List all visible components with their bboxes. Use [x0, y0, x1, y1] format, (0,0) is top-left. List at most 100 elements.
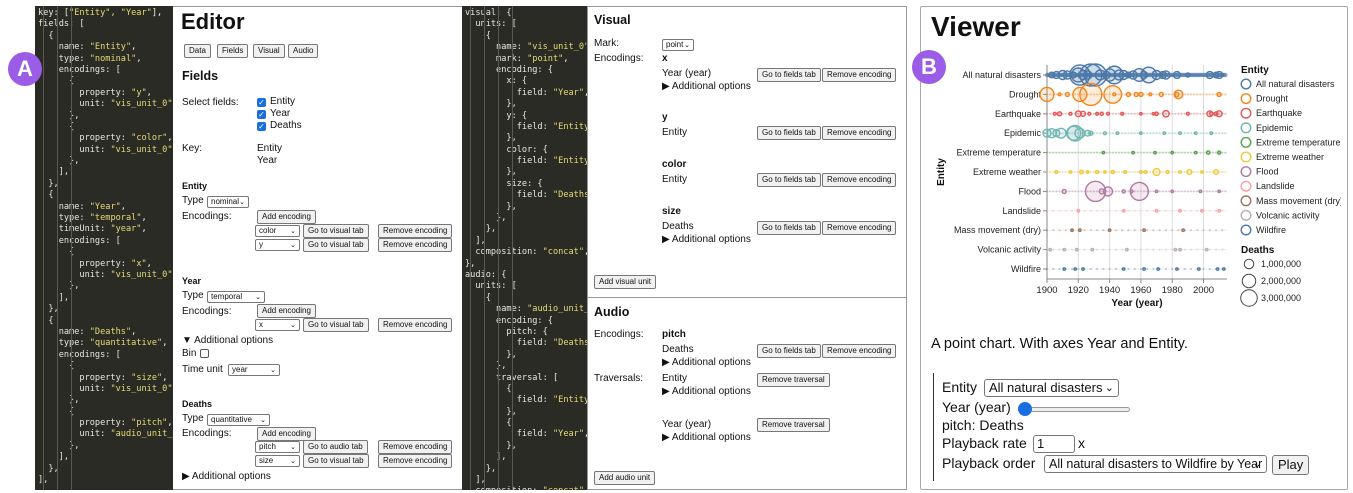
tab-audio[interactable]: Audio: [288, 44, 319, 58]
tab-visual[interactable]: Visual: [253, 44, 285, 58]
traversal-options-year[interactable]: ▶ Additional options: [662, 432, 751, 443]
checkbox-entity[interactable]: ✓: [257, 98, 266, 107]
remove-traversal-button-2[interactable]: Remove traversal: [757, 418, 830, 432]
x-tick-label: 1940: [1099, 285, 1120, 296]
legend-size-swatch: [1241, 273, 1257, 289]
year-go-visual-button[interactable]: Go to visual tab: [303, 318, 369, 332]
data-point-minor: [1099, 170, 1102, 174]
data-point-minor: [1196, 190, 1199, 193]
entity-type-select[interactable]: nominal ⌄: [207, 196, 249, 208]
code-line: name: "Deaths",: [38, 326, 137, 337]
visual-go-fields-y[interactable]: Go to fields tab: [757, 126, 821, 140]
data-point-minor: [1058, 209, 1061, 212]
audio-remove-encoding-pitch[interactable]: Remove encoding: [822, 344, 897, 358]
legend-swatch: [1240, 209, 1252, 221]
year-type-select[interactable]: temporal ⌄: [207, 291, 265, 303]
traversal-options-entity[interactable]: ▶ Additional options: [662, 386, 751, 397]
legend-label: Landslide: [1256, 181, 1295, 191]
tab-fields[interactable]: Fields: [217, 44, 249, 58]
data-point-minor: [1214, 248, 1218, 251]
data-point: [1178, 131, 1182, 136]
visual-remove-encoding-x[interactable]: Remove encoding: [822, 68, 897, 82]
remove-traversal-button-1[interactable]: Remove traversal: [757, 373, 830, 387]
data-point-minor: [1171, 93, 1174, 96]
data-point-minor: [1070, 248, 1074, 251]
entity-remove-encoding-button-2[interactable]: Remove encoding: [378, 238, 453, 252]
data-point: [1074, 247, 1079, 252]
units-divider: [588, 297, 906, 298]
year-slider-track: [1018, 407, 1130, 412]
visual-go-fields-x[interactable]: Go to fields tab: [757, 68, 821, 82]
data-point-minor: [1189, 190, 1193, 193]
data-point: [1138, 170, 1143, 174]
deaths-encoding-select-size[interactable]: size ⌄: [255, 455, 300, 467]
deaths-remove-encoding-button-1[interactable]: Remove encoding: [378, 440, 453, 454]
visual-options-x[interactable]: ▶ Additional options: [662, 81, 751, 92]
tab-data[interactable]: Data: [184, 44, 211, 58]
spec-code-units[interactable]: visual: { units: [ { name: "vis_unit_0",…: [462, 6, 587, 490]
audio-go-fields-pitch[interactable]: Go to fields tab: [757, 344, 821, 358]
data-point-minor: [1077, 151, 1080, 154]
playback-rate-input[interactable]: 1: [1033, 435, 1075, 453]
spec-code-fields[interactable]: key: ["Entity", "Year"], fields: [ { name…: [35, 6, 173, 490]
play-button[interactable]: Play: [1272, 455, 1310, 475]
traversal-year: Year (year): [662, 419, 712, 430]
data-point-minor: [1202, 190, 1205, 193]
year-encoding-select-x[interactable]: x ⌄: [255, 319, 300, 331]
data-point: [1139, 131, 1143, 136]
legend-swatch: [1240, 195, 1252, 207]
data-point-minor: [1080, 151, 1083, 154]
visual-go-fields-size[interactable]: Go to fields tab: [757, 221, 821, 235]
visual-remove-encoding-color[interactable]: Remove encoding: [822, 173, 897, 187]
deaths-add-encoding-button[interactable]: Add encoding: [257, 427, 316, 441]
data-point-minor: [1158, 132, 1161, 135]
data-point: [1099, 111, 1105, 117]
data-point-minor: [1161, 190, 1164, 193]
checkbox-deaths[interactable]: ✓: [257, 122, 266, 131]
deaths-type-select[interactable]: quantitative ⌄: [207, 414, 270, 426]
deaths-additional-options-toggle[interactable]: ▶ Additional options: [182, 471, 271, 482]
entity-go-visual-button-1[interactable]: Go to visual tab: [303, 224, 369, 238]
audio-options-pitch[interactable]: ▶ Additional options: [662, 357, 751, 368]
entity-control-select[interactable]: All natural disasters ⌄: [984, 379, 1119, 397]
data-point-minor: [1108, 209, 1111, 212]
data-point-minor: [1152, 93, 1155, 96]
deaths-go-audio-button[interactable]: Go to audio tab: [303, 440, 368, 454]
entity-encoding-select-y[interactable]: y ⌄: [255, 239, 300, 251]
data-point-minor: [1127, 151, 1130, 154]
checkbox-year[interactable]: ✓: [257, 110, 266, 119]
data-point-minor: [1139, 267, 1143, 271]
point-chart: All natural disasters Drought Earthquake Ep…: [936, 63, 1341, 309]
data-point-minor: [1049, 151, 1052, 154]
visual-remove-encoding-size[interactable]: Remove encoding: [822, 221, 897, 235]
entity-encoding-select-color[interactable]: color ⌄: [255, 225, 300, 237]
bin-checkbox[interactable]: [200, 349, 209, 358]
data-point-minor: [1108, 248, 1111, 251]
y-tick-label: Epidemic: [1004, 128, 1042, 138]
data-point-minor: [1171, 112, 1174, 115]
entity-remove-encoding-button-1[interactable]: Remove encoding: [378, 224, 453, 238]
year-remove-encoding-button[interactable]: Remove encoding: [378, 318, 453, 332]
add-visual-unit-button[interactable]: Add visual unit: [594, 275, 657, 289]
year-slider-thumb[interactable]: [1018, 402, 1032, 416]
entity-add-encoding-button[interactable]: Add encoding: [257, 210, 316, 224]
mark-select[interactable]: point ⌄: [662, 39, 694, 51]
data-point-minor: [1080, 190, 1083, 193]
deaths-remove-encoding-button-2[interactable]: Remove encoding: [378, 454, 453, 468]
visual-options-size[interactable]: ▶ Additional options: [662, 234, 751, 245]
deaths-go-visual-button[interactable]: Go to visual tab: [303, 454, 369, 468]
year-additional-options-toggle[interactable]: ▼ Additional options: [182, 335, 273, 346]
year-slider[interactable]: [1018, 402, 1130, 416]
visual-go-fields-color[interactable]: Go to fields tab: [757, 173, 821, 187]
fields-heading: Fields: [182, 69, 219, 83]
year-add-encoding-button[interactable]: Add encoding: [257, 304, 316, 318]
deaths-encoding-select-pitch[interactable]: pitch ⌄: [255, 441, 300, 453]
entity-go-visual-button-2[interactable]: Go to visual tab: [303, 238, 369, 252]
data-point-minor: [1133, 132, 1136, 135]
add-audio-unit-button[interactable]: Add audio unit: [594, 471, 656, 485]
playback-order-select[interactable]: All natural disasters to Wildfire by Yea…: [1044, 455, 1267, 473]
time-unit-select[interactable]: year ⌄: [228, 364, 280, 376]
visual-remove-encoding-y[interactable]: Remove encoding: [822, 126, 897, 140]
code-line: unit: "vis_unit_0",: [38, 144, 173, 155]
data-point-minor: [1199, 112, 1202, 115]
